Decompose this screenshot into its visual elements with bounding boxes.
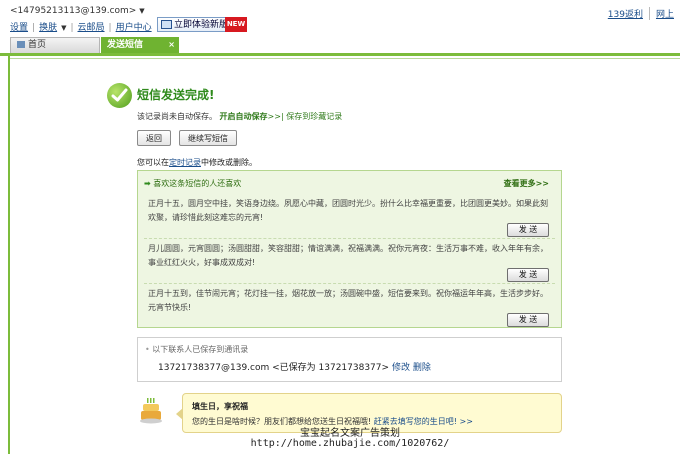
close-icon[interactable]: × [168,37,175,53]
recommendation-header-label: 喜欢这条短信的人还喜欢 [153,179,242,188]
back-button[interactable]: 返回 [137,130,171,146]
tab-bar: 首页 发送短信 × [0,37,680,56]
delete-contact-link[interactable]: 删除 [413,363,431,373]
user-email: <14795213113@139.com> [10,6,137,16]
continue-writing-button[interactable]: 继续写短信 [179,130,237,146]
tab-home[interactable]: 首页 [10,37,100,53]
save-to-favorites-link[interactable]: 保存到珍藏记录 [286,112,342,121]
enable-autosave-link[interactable]: 开启自动保存 [220,112,268,121]
list-item: 月儿圆圆，元宵圆圆；汤圆甜甜，笑容甜甜；情谊满满，祝福满满。祝你元宵夜：生活万事… [148,244,548,267]
arrow-right-icon: ➡ [144,179,151,188]
tab-send-sms[interactable]: 发送短信 × [101,37,179,53]
bullet-icon: • [145,345,150,354]
top-menu: 设置 | 换肤 ▼ | 云邮局 | 用户中心 [10,20,156,33]
contact-saved-as: <已保存为 13721738377> [272,363,390,373]
menu-divider: | [108,23,112,33]
save-status: 该记录尚未自动保存。 开启自动保存>>| 保存到珍藏记录 [137,111,342,122]
checkmark-icon [107,83,132,108]
contacts-saved-title: • 以下联系人已保存到通讯录 [145,344,248,355]
settings-link[interactable]: 设置 [10,23,28,33]
page-title: 短信发送完成! [137,88,215,102]
contact-row: 13721738377@139.com <已保存为 13721738377> 修… [158,360,431,373]
not-saved-text: 该记录尚未自动保存。 [137,112,217,121]
try-new-version-label: 立即体验新版 [174,20,229,30]
hint-prefix: 您可以在 [137,158,169,167]
contacts-saved-label: 以下联系人已保存到通讯录 [152,345,249,354]
recommendation-header: ➡ 喜欢这条短信的人还喜欢 [144,178,241,189]
new-badge: NEW [225,17,247,32]
tab-send-sms-label: 发送短信 [107,40,144,50]
message-divider [144,238,555,239]
recommendation-panel: ➡ 喜欢这条短信的人还喜欢 查看更多>> 正月十五，圆月空中挂，笑语身边绕。夙愿… [137,170,562,328]
birthday-cake-icon [140,398,162,424]
cloud-post-link[interactable]: 云邮局 [78,23,105,33]
list-item: 正月十五，圆月空中挂，笑语身边绕。夙愿心中藏，团圆时光少。扮什么比幸福更重要，比… [148,199,548,222]
skin-link[interactable]: 换肤 [39,23,57,33]
left-rail [8,56,10,454]
chevron-down-icon: ▼ [139,7,145,15]
home-icon [17,41,25,48]
view-more-link[interactable]: 查看更多>> [504,178,549,189]
top-right-links: 139返利 网上 [602,7,680,20]
tab-home-label: 首页 [28,40,47,50]
message-divider [144,283,555,284]
hint-suffix: 中修改或删除。 [201,158,257,167]
edit-contact-link[interactable]: 修改 [392,363,410,373]
send-button[interactable]: 发 送 [507,223,549,237]
birthday-title: 填生日，享祝福 [192,402,248,411]
contact-email: 13721738377@139.com [158,363,270,373]
top-bar: <14795213113@139.com> ▼ 139返利 网上 设置 | 换肤 ▼ | 云… [0,0,680,36]
content-divider [10,58,680,59]
schedule-hint: 您可以在定时记录中修改或删除。 [137,157,257,168]
watermark-line-2: http://home.zhubajie.com/1020762/ [250,438,450,449]
enable-autosave-suffix: >>| [267,112,284,121]
send-button[interactable]: 发 送 [507,313,549,327]
watermark-line-1: 宝宝起名文案广告策划 [300,428,400,439]
contacts-saved-panel: • 以下联系人已保存到通讯录 13721738377@139.com <已保存为… [137,337,562,382]
user-account-menu[interactable]: <14795213113@139.com> ▼ [10,6,145,16]
online-link[interactable]: 网上 [648,7,680,20]
menu-divider: | [70,23,74,33]
list-item: 正月十五到，佳节闹元宵；花灯挂一挂，烟花放一放；汤圆碗中盛，短信要来到。祝你福运… [148,289,548,312]
menu-divider: | [32,23,36,33]
rebate-link[interactable]: 139返利 [602,7,649,20]
send-button[interactable]: 发 送 [507,268,549,282]
chevron-down-icon[interactable]: ▼ [61,24,66,32]
user-center-link[interactable]: 用户中心 [116,23,152,33]
scheduled-records-link[interactable]: 定时记录 [169,158,201,167]
monitor-icon [161,20,172,29]
